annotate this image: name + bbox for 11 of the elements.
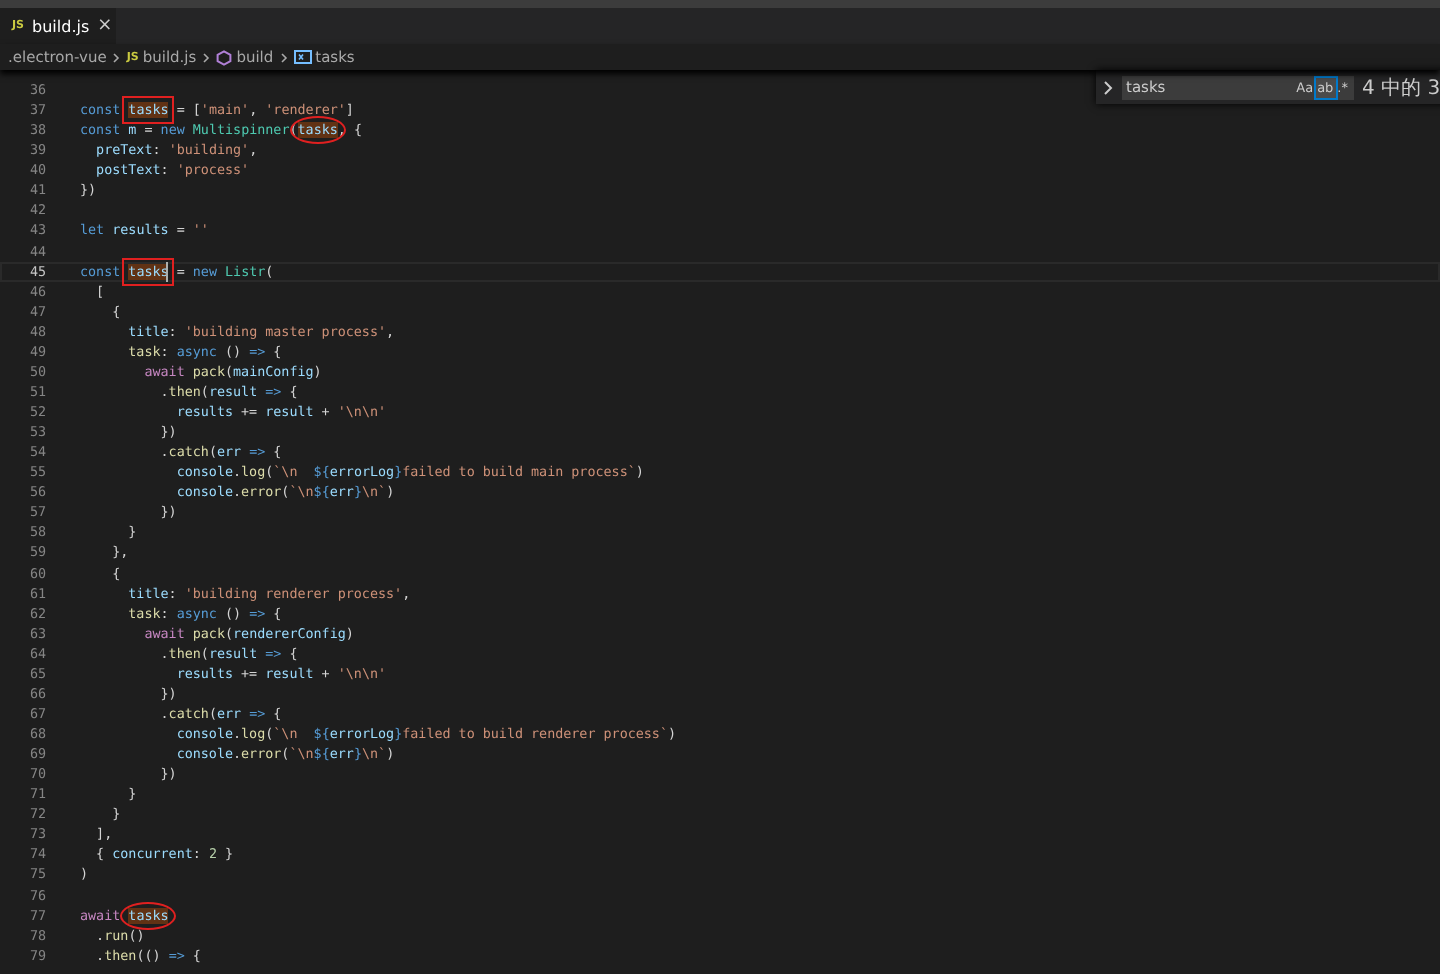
chevron-icon — [112, 51, 121, 63]
match-count: 4 中的 3 — [1362, 75, 1440, 101]
chevron-icon[interactable] — [1102, 79, 1114, 95]
annotation-box — [122, 257, 175, 286]
cube-icon — [216, 49, 233, 65]
chevron-icon — [202, 51, 211, 63]
annotation-box — [122, 96, 175, 125]
annotation-ellipse — [289, 116, 346, 145]
annotation-ellipse — [120, 901, 177, 930]
variable-icon — [293, 50, 312, 64]
chevron-icon — [279, 51, 288, 63]
